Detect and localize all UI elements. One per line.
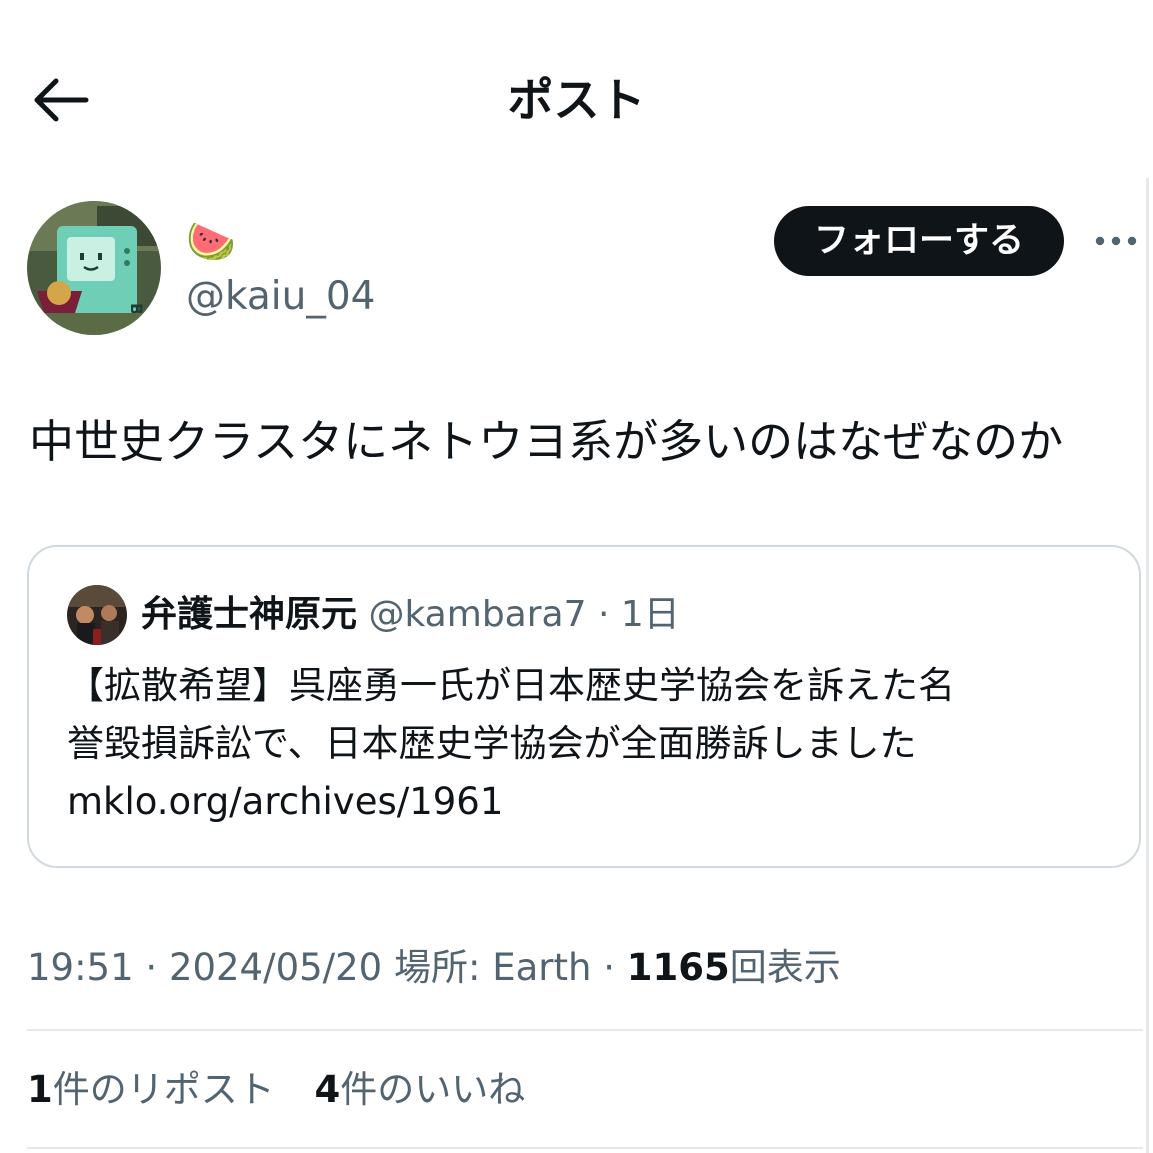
more-options-button[interactable]	[1093, 227, 1139, 255]
quoted-avatar-image	[67, 585, 127, 645]
author-handle[interactable]: @kaiu_04	[186, 272, 375, 322]
quoted-post-card[interactable]: 弁護士神原元 @kambara7 · 1日 【拡散希望】呉座勇一氏が日本歴史学協…	[27, 545, 1141, 868]
views-label: 回表示	[729, 946, 841, 989]
reposts-count: 1	[27, 1068, 53, 1111]
quoted-post-age: 1日	[620, 594, 680, 635]
post-date[interactable]: 2024/05/20	[169, 946, 382, 989]
page-title: ポスト	[507, 73, 646, 127]
post-time[interactable]: 19:51	[27, 946, 134, 989]
likes-label: 件のいいね	[340, 1068, 526, 1111]
quoted-post-header: 弁護士神原元 @kambara7 · 1日	[141, 587, 680, 643]
likes-stat[interactable]: 4件のいいね	[315, 1068, 526, 1111]
divider	[27, 1147, 1143, 1149]
column-border	[1146, 178, 1149, 1153]
reposts-stat[interactable]: 1件のリポスト	[27, 1068, 275, 1111]
quoted-author-name: 弁護士神原元	[141, 594, 358, 635]
quoted-separator: ·	[597, 594, 610, 635]
quoted-author-avatar	[67, 585, 127, 645]
engagement-stats: 1件のリポスト 4件のいいね	[27, 1062, 553, 1118]
post-location: 場所: Earth	[393, 946, 592, 989]
follow-button[interactable]: フォローする	[774, 206, 1064, 276]
views-count: 1165	[626, 946, 730, 989]
meta-separator: ·	[145, 946, 158, 989]
more-dots-icon	[1095, 236, 1137, 246]
meta-separator: ·	[603, 946, 615, 989]
quoted-text-link[interactable]: mklo.org/archives/1961	[67, 773, 1107, 831]
author-display-name[interactable]: 🍉	[186, 216, 236, 268]
quoted-text-line: 【拡散希望】呉座勇一氏が日本歴史学協会を訴えた名	[67, 664, 955, 707]
avatar-image: BMO	[27, 201, 161, 335]
reposts-label: 件のリポスト	[52, 1068, 275, 1111]
quoted-text-line: 誉毀損訴訟で、日本歴史学協会が全面勝訴しました	[67, 722, 917, 765]
post-text: 中世史クラスタにネトウヨ系が多いのはなぜなのか	[29, 415, 1064, 468]
post-metadata: 19:51 · 2024/05/20 場所: Earth · 1165回表示	[27, 940, 841, 996]
top-bar: ポスト	[0, 0, 1153, 200]
quoted-author-handle: @kambara7	[368, 594, 587, 635]
divider	[27, 1029, 1143, 1031]
quoted-post-text: 【拡散希望】呉座勇一氏が日本歴史学協会を訴えた名 誉毀損訴訟で、日本歴史学協会が…	[67, 657, 1107, 831]
likes-count: 4	[314, 1068, 341, 1111]
author-avatar[interactable]: BMO	[27, 201, 161, 335]
